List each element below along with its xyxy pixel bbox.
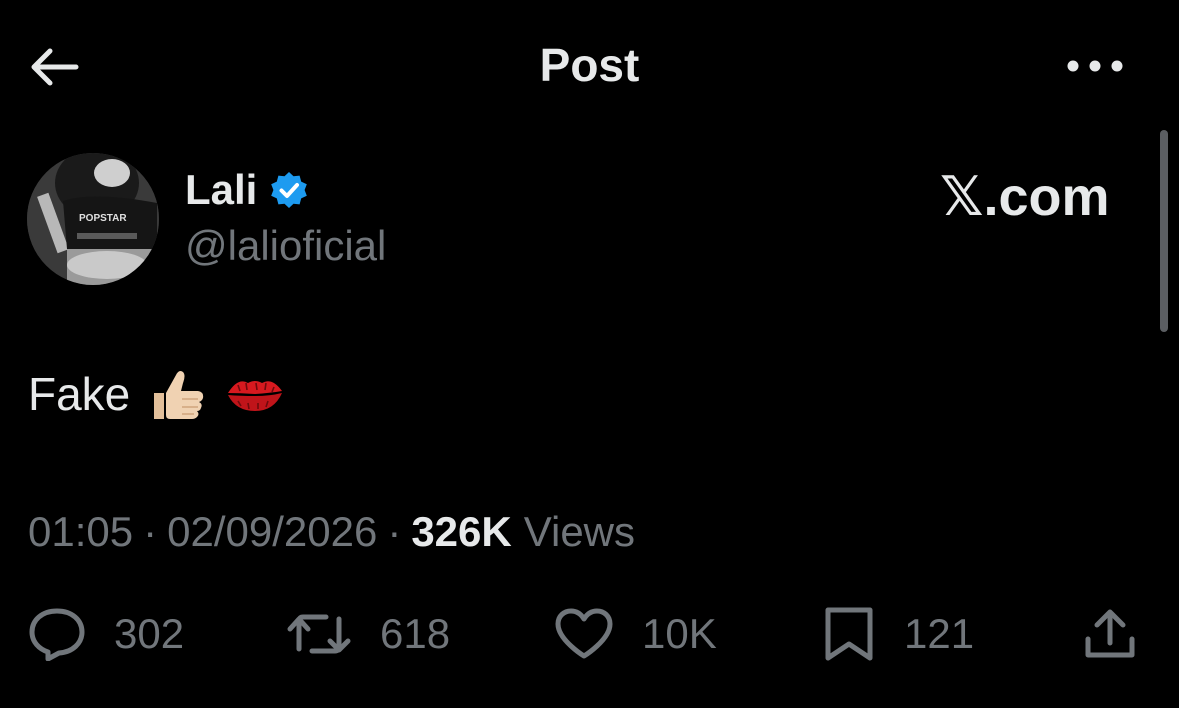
heart-icon (555, 608, 613, 659)
repost-button[interactable]: 618 (286, 602, 450, 666)
views-count[interactable]: 326K (411, 508, 511, 556)
back-button[interactable] (28, 40, 88, 94)
like-count: 10K (642, 610, 717, 657)
share-button[interactable] (1082, 602, 1138, 666)
avatar[interactable]: POPSTAR (27, 153, 159, 285)
avatar-shirt-text: POPSTAR (79, 213, 127, 224)
share-icon (1085, 609, 1135, 658)
watermark: 𝕏.com (940, 167, 1110, 227)
back-arrow-icon (31, 48, 79, 86)
meta-separator: · (387, 508, 402, 555)
post-date: 02/09/2026 (167, 508, 378, 555)
reply-count: 302 (114, 610, 185, 657)
like-button[interactable]: 10K (554, 602, 717, 666)
views-label: Views (523, 508, 636, 555)
avatar-image: POPSTAR (27, 153, 159, 285)
more-dots-icon (1067, 60, 1123, 72)
bookmark-button[interactable]: 121 (822, 602, 974, 666)
reply-button[interactable]: 302 (28, 602, 184, 666)
thumbs-up-icon (154, 371, 204, 419)
post-text: Fake (28, 363, 286, 425)
author-name-row[interactable]: Lali (185, 166, 309, 214)
post-meta: 01:05 · 02/09/2026 · 326K Views (28, 508, 635, 556)
bookmark-count: 121 (904, 610, 975, 657)
kiss-mark-icon (228, 381, 283, 411)
reply-icon (29, 608, 85, 661)
author-name[interactable]: Lali (185, 166, 257, 214)
verified-badge-icon (271, 172, 308, 208)
author-handle[interactable]: @lalioficial (185, 222, 386, 270)
scrollbar[interactable] (1160, 130, 1168, 332)
post-text-content: Fake (28, 368, 131, 420)
repost-icon (287, 614, 351, 654)
meta-separator: · (143, 508, 158, 555)
post-time: 01:05 (28, 508, 134, 555)
repost-count: 618 (380, 610, 451, 657)
page-title: Post (539, 39, 640, 91)
more-options-button[interactable] (1060, 44, 1130, 88)
bookmark-icon (825, 607, 873, 661)
